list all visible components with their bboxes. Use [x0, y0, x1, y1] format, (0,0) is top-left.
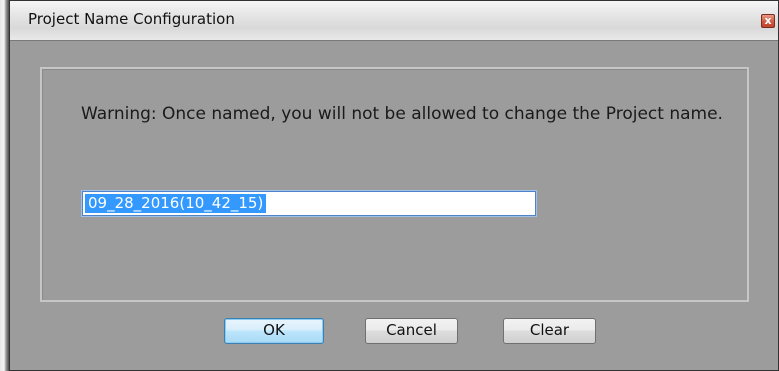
close-button[interactable]: x: [761, 14, 775, 28]
project-name-value: 09_28_2016(10_42_15): [85, 194, 267, 213]
clear-button[interactable]: Clear: [503, 318, 596, 344]
close-icon: x: [764, 14, 772, 27]
dialog-body: Warning: Once named, you will not be all…: [10, 41, 778, 370]
ok-button[interactable]: OK: [224, 318, 324, 344]
title-bar[interactable]: Project Name Configuration x: [10, 1, 778, 41]
cancel-button[interactable]: Cancel: [365, 318, 458, 344]
warning-message: Warning: Once named, you will not be all…: [81, 104, 723, 124]
background-window-edge: [0, 0, 9, 371]
group-frame: [40, 67, 749, 302]
window-title: Project Name Configuration: [28, 10, 235, 28]
project-name-dialog: Project Name Configuration x Warning: On…: [9, 0, 779, 371]
project-name-input[interactable]: 09_28_2016(10_42_15): [82, 191, 536, 216]
